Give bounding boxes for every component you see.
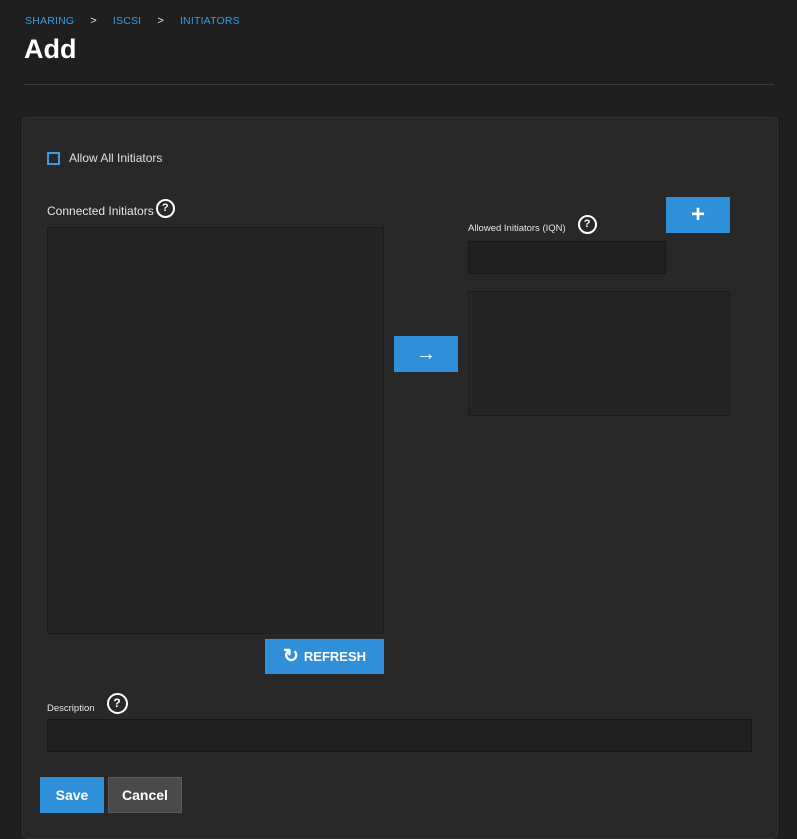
help-circle-icon[interactable]: ? [155,199,175,218]
save-button[interactable]: Save [40,777,104,813]
description-label-row: Description ? [47,693,128,714]
allow-all-initiators-checkbox[interactable] [47,151,60,165]
connected-initiators-list[interactable] [47,227,384,634]
breadcrumb-initiators[interactable]: INITIATORS [180,15,240,27]
allowed-initiators-list[interactable] [468,291,730,416]
breadcrumb-separator: > [90,15,97,27]
cancel-button[interactable]: Cancel [108,777,182,813]
allowed-initiator-input[interactable] [468,241,666,274]
allowed-initiators-label: Allowed Initiators (IQN) [468,223,566,234]
breadcrumb-separator: > [157,15,164,27]
breadcrumb: SHARING > ISCSI > INITIATORS [25,15,240,27]
connected-initiators-label-row: Connected Initiators ? [47,199,175,218]
allow-all-initiators-row[interactable]: Allow All Initiators [47,151,162,165]
plus-icon: + [690,201,705,228]
add-initiator-button[interactable]: + [666,197,730,233]
move-to-allowed-button[interactable]: → [394,336,458,372]
allowed-initiators-label-row: Allowed Initiators (IQN) ? [468,215,597,234]
help-circle-icon[interactable]: ? [106,693,128,714]
description-input[interactable] [47,719,752,752]
refresh-button[interactable]: ↻ REFRESH [265,639,384,674]
arrow-right-icon: → [416,342,436,365]
refresh-icon: ↻ [282,646,299,667]
refresh-button-label: REFRESH [303,649,367,664]
description-label: Description [47,703,95,714]
allow-all-initiators-label: Allow All Initiators [69,151,163,165]
breadcrumb-sharing[interactable]: SHARING [25,15,74,27]
help-circle-icon[interactable]: ? [577,215,597,234]
connected-initiators-label: Connected Initiators [47,204,154,218]
page-title: Add [24,34,77,64]
breadcrumb-iscsi[interactable]: ISCSI [113,15,141,27]
title-divider [24,84,774,85]
